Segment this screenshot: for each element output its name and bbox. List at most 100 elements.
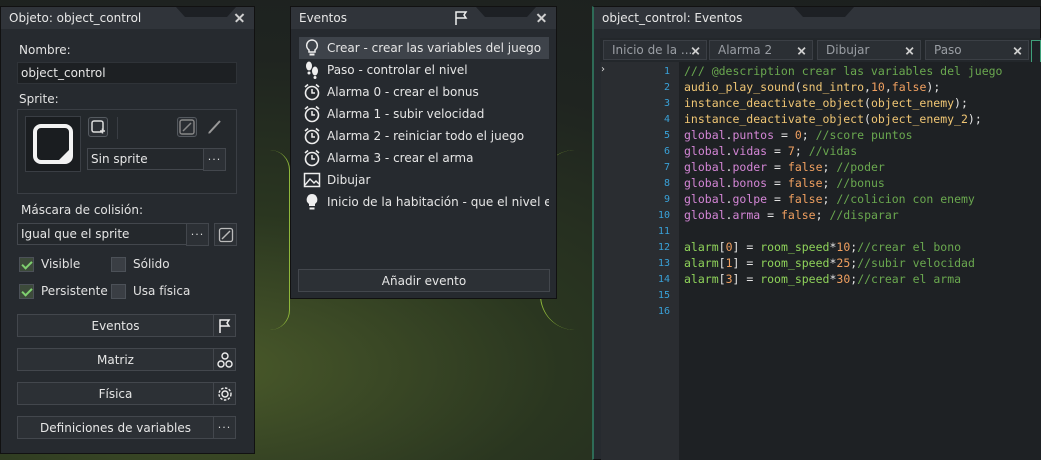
title-notch bbox=[476, 7, 536, 17]
line-number: 12 bbox=[657, 242, 670, 253]
line-number: 13 bbox=[657, 258, 670, 269]
name-input[interactable]: object_control bbox=[17, 62, 237, 84]
variables-more-button[interactable]: ··· bbox=[213, 416, 236, 439]
event-item[interactable]: Paso - controlar el nivel bbox=[299, 59, 549, 81]
code-line: alarm[1] = room_speed*25;//subir velocid… bbox=[684, 256, 975, 270]
line-number: 6 bbox=[663, 146, 670, 157]
tab-room-start[interactable]: Inicio de la ... bbox=[603, 40, 707, 60]
flag-icon[interactable] bbox=[213, 314, 236, 337]
connector-line bbox=[250, 150, 290, 330]
line-number: 5 bbox=[663, 130, 670, 141]
event-label: Alarma 3 - crear el arma bbox=[327, 151, 474, 165]
matrix-button[interactable]: Matriz bbox=[17, 348, 214, 371]
event-label: Alarma 1 - subir velocidad bbox=[327, 107, 485, 121]
line-number: 2 bbox=[663, 82, 670, 93]
line-number: 7 bbox=[663, 162, 670, 173]
tab-alarm-2[interactable]: Alarma 2 bbox=[709, 40, 813, 60]
code-line: global.golpe = false; //colicion con ene… bbox=[684, 192, 975, 206]
event-item[interactable]: Alarma 2 - reiniciar todo el juego bbox=[299, 125, 549, 147]
code-line: alarm[3] = room_speed*30;//crear el arma bbox=[684, 272, 962, 286]
mask-edit-icon[interactable] bbox=[214, 223, 237, 246]
line-number: 4 bbox=[663, 114, 670, 125]
events-button[interactable]: Eventos bbox=[17, 314, 214, 337]
solid-label: Sólido bbox=[133, 257, 170, 271]
alarm-clock-icon bbox=[303, 83, 321, 101]
persistent-label: Persistente bbox=[41, 284, 108, 298]
visible-checkbox[interactable] bbox=[19, 257, 34, 272]
line-number: 10 bbox=[657, 210, 670, 221]
tab-label: Paso bbox=[934, 43, 962, 57]
tab-create-active[interactable] bbox=[1031, 40, 1041, 62]
code-line: global.bonos = false; //bonus bbox=[684, 176, 885, 190]
tab-draw[interactable]: Dibujar bbox=[817, 40, 921, 60]
tab-label: Alarma 2 bbox=[718, 43, 773, 57]
alarm-clock-icon bbox=[303, 105, 321, 123]
line-number: 16 bbox=[657, 306, 670, 317]
new-sprite-icon[interactable] bbox=[88, 117, 108, 137]
title-notch bbox=[176, 7, 236, 17]
code-line: instance_deactivate_object(object_enemy)… bbox=[684, 96, 968, 110]
event-item[interactable]: Crear - crear las variables del juego bbox=[299, 37, 549, 59]
flag-icon[interactable] bbox=[453, 10, 469, 29]
alarm-clock-icon bbox=[303, 149, 321, 167]
physics-label: Usa física bbox=[133, 284, 191, 298]
mask-browse-button[interactable]: ··· bbox=[186, 223, 209, 246]
gear-icon[interactable] bbox=[213, 382, 236, 405]
events-window: Eventos Crear - crear las variables del … bbox=[290, 6, 557, 299]
code-line: global.vidas = 7; //vidas bbox=[684, 144, 858, 158]
line-number: 11 bbox=[657, 226, 670, 237]
sprite-browse-button[interactable]: ··· bbox=[203, 148, 226, 171]
event-label: Paso - controlar el nivel bbox=[327, 63, 468, 77]
code-window-titlebar[interactable]: object_control: Eventos bbox=[594, 7, 1040, 29]
hierarchy-icon[interactable] bbox=[213, 348, 236, 371]
mask-label: Máscara de colisión: bbox=[21, 203, 144, 217]
mask-select[interactable]: Igual que el sprite bbox=[17, 223, 187, 245]
close-icon[interactable] bbox=[534, 10, 550, 26]
event-label: Crear - crear las variables del juego bbox=[327, 41, 542, 55]
events-window-titlebar[interactable]: Eventos bbox=[291, 7, 556, 29]
variable-definitions-button[interactable]: Definiciones de variables bbox=[17, 416, 214, 439]
event-item[interactable]: Alarma 1 - subir velocidad bbox=[299, 103, 549, 125]
code-line: global.puntos = 0; //score puntos bbox=[684, 128, 913, 142]
line-number: 1 bbox=[663, 66, 670, 77]
close-icon[interactable] bbox=[903, 44, 917, 58]
event-item[interactable]: Inicio de la habitación - que el nivel e… bbox=[299, 191, 549, 213]
tab-step[interactable]: Paso bbox=[925, 40, 1029, 60]
persistent-checkbox[interactable] bbox=[19, 284, 34, 299]
sprite-label: Sprite: bbox=[19, 92, 59, 106]
tab-label: Inicio de la ... bbox=[612, 43, 693, 57]
alarm-clock-icon bbox=[303, 127, 321, 145]
current-line-arrow-icon: › bbox=[601, 64, 605, 75]
close-icon[interactable] bbox=[689, 44, 703, 58]
event-label: Alarma 0 - crear el bonus bbox=[327, 85, 479, 99]
event-label: Inicio de la habitación - que el nivel e… bbox=[327, 195, 549, 209]
add-event-button[interactable]: Añadir evento bbox=[298, 269, 550, 292]
sprite-preview[interactable] bbox=[25, 116, 81, 172]
line-number: 3 bbox=[663, 98, 670, 109]
sprite-select[interactable]: Sin sprite bbox=[87, 148, 204, 170]
line-number: 8 bbox=[663, 178, 670, 189]
code-line: instance_deactivate_object(object_enemy_… bbox=[684, 112, 982, 126]
solid-checkbox[interactable] bbox=[111, 257, 126, 272]
event-item[interactable]: Dibujar bbox=[299, 169, 549, 191]
lightbulb-icon bbox=[303, 39, 321, 57]
close-icon[interactable] bbox=[1011, 44, 1025, 58]
line-number: 9 bbox=[663, 194, 670, 205]
close-icon[interactable] bbox=[232, 10, 248, 26]
edit-image-icon[interactable] bbox=[177, 117, 197, 137]
event-item[interactable]: Alarma 0 - crear el bonus bbox=[299, 81, 549, 103]
code-line: alarm[0] = room_speed*10;//crear el bono bbox=[684, 240, 962, 254]
code-line: /// @description crear las variables del… bbox=[684, 64, 1003, 78]
object-window-titlebar[interactable]: Objeto: object_control bbox=[1, 7, 254, 29]
physics-button[interactable]: Física bbox=[17, 382, 214, 405]
close-icon[interactable] bbox=[795, 44, 809, 58]
code-line: audio_play_sound(snd_intro,10,false); bbox=[684, 80, 941, 94]
physics-checkbox[interactable] bbox=[111, 284, 126, 299]
divider bbox=[117, 117, 118, 139]
line-number: 15 bbox=[657, 290, 670, 301]
line-number: 14 bbox=[657, 274, 670, 285]
brush-icon[interactable] bbox=[205, 117, 225, 137]
event-label: Dibujar bbox=[327, 173, 371, 187]
footsteps-icon bbox=[303, 61, 321, 79]
event-item[interactable]: Alarma 3 - crear el arma bbox=[299, 147, 549, 169]
